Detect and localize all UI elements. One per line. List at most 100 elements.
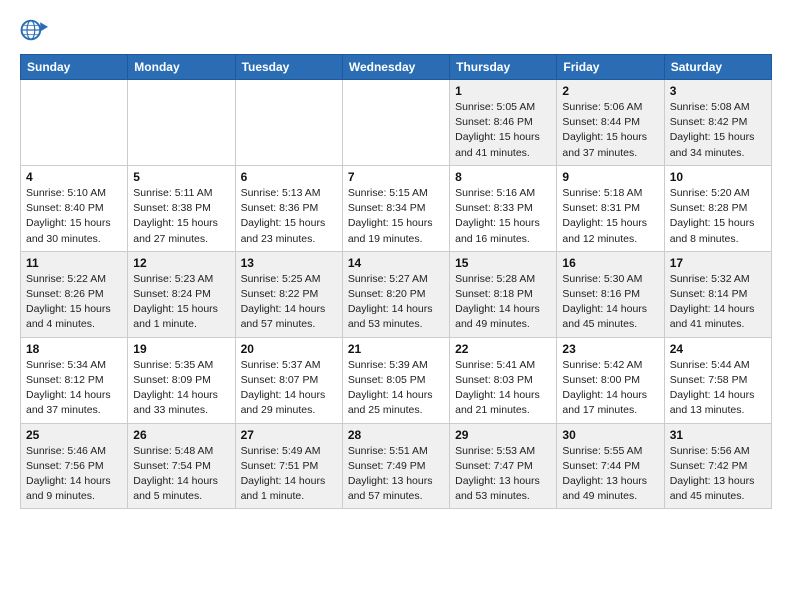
day-info: Sunrise: 5:35 AMSunset: 8:09 PMDaylight:…: [133, 358, 229, 419]
calendar-cell: 10 Sunrise: 5:20 AMSunset: 8:28 PMDayligh…: [664, 165, 771, 251]
calendar-cell: 23 Sunrise: 5:42 AMSunset: 8:00 PMDayligh…: [557, 337, 664, 423]
calendar-cell: 22Sunrise: 5:41 AMSunset: 8:03 PMDayligh…: [450, 337, 557, 423]
day-info: Sunrise: 5:11 AMSunset: 8:38 PMDaylight:…: [133, 186, 229, 247]
day-info: Sunrise: 5:41 AMSunset: 8:03 PMDaylight:…: [455, 358, 551, 419]
calendar-week-row: 25 Sunrise: 5:46 AMSunset: 7:56 PMDayligh…: [21, 423, 772, 509]
calendar-cell: 12 Sunrise: 5:23 AMSunset: 8:24 PMDayligh…: [128, 251, 235, 337]
day-number: 6: [241, 170, 337, 184]
day-number: 16: [562, 256, 658, 270]
calendar-cell: 17 Sunrise: 5:32 AMSunset: 8:14 PMDayligh…: [664, 251, 771, 337]
calendar: SundayMondayTuesdayWednesdayThursdayFrid…: [20, 54, 772, 509]
day-info: Sunrise: 5:34 AMSunset: 8:12 PMDaylight:…: [26, 358, 122, 419]
day-number: 18: [26, 342, 122, 356]
calendar-cell: 19 Sunrise: 5:35 AMSunset: 8:09 PMDayligh…: [128, 337, 235, 423]
day-info: Sunrise: 5:13 AMSunset: 8:36 PMDaylight:…: [241, 186, 337, 247]
calendar-cell: 30 Sunrise: 5:55 AMSunset: 7:44 PMDayligh…: [557, 423, 664, 509]
day-info: Sunrise: 5:23 AMSunset: 8:24 PMDaylight:…: [133, 272, 229, 333]
day-number: 29: [455, 428, 551, 442]
day-number: 12: [133, 256, 229, 270]
day-number: 5: [133, 170, 229, 184]
day-info: Sunrise: 5:05 AMSunset: 8:46 PMDaylight:…: [455, 100, 551, 161]
calendar-cell: 14 Sunrise: 5:27 AMSunset: 8:20 PMDayligh…: [342, 251, 449, 337]
day-number: 28: [348, 428, 444, 442]
calendar-cell: 27 Sunrise: 5:49 AMSunset: 7:51 PMDayligh…: [235, 423, 342, 509]
day-number: 26: [133, 428, 229, 442]
day-info: Sunrise: 5:08 AMSunset: 8:42 PMDaylight:…: [670, 100, 766, 161]
calendar-cell: [342, 80, 449, 166]
day-number: 20: [241, 342, 337, 356]
calendar-header-row: SundayMondayTuesdayWednesdayThursdayFrid…: [21, 55, 772, 80]
calendar-cell: 25 Sunrise: 5:46 AMSunset: 7:56 PMDayligh…: [21, 423, 128, 509]
day-number: 14: [348, 256, 444, 270]
day-number: 7: [348, 170, 444, 184]
weekday-header: Wednesday: [342, 55, 449, 80]
calendar-cell: 4 Sunrise: 5:10 AMSunset: 8:40 PMDaylight…: [21, 165, 128, 251]
day-number: 13: [241, 256, 337, 270]
day-number: 15: [455, 256, 551, 270]
day-number: 4: [26, 170, 122, 184]
weekday-header: Saturday: [664, 55, 771, 80]
day-number: 1: [455, 84, 551, 98]
day-info: Sunrise: 5:56 AMSunset: 7:42 PMDaylight:…: [670, 444, 766, 505]
day-info: Sunrise: 5:18 AMSunset: 8:31 PMDaylight:…: [562, 186, 658, 247]
day-info: Sunrise: 5:46 AMSunset: 7:56 PMDaylight:…: [26, 444, 122, 505]
calendar-week-row: 4 Sunrise: 5:10 AMSunset: 8:40 PMDaylight…: [21, 165, 772, 251]
day-info: Sunrise: 5:53 AMSunset: 7:47 PMDaylight:…: [455, 444, 551, 505]
day-number: 31: [670, 428, 766, 442]
day-number: 21: [348, 342, 444, 356]
page: SundayMondayTuesdayWednesdayThursdayFrid…: [0, 0, 792, 612]
calendar-cell: 6 Sunrise: 5:13 AMSunset: 8:36 PMDaylight…: [235, 165, 342, 251]
day-info: Sunrise: 5:37 AMSunset: 8:07 PMDaylight:…: [241, 358, 337, 419]
day-info: Sunrise: 5:49 AMSunset: 7:51 PMDaylight:…: [241, 444, 337, 505]
calendar-cell: 26 Sunrise: 5:48 AMSunset: 7:54 PMDayligh…: [128, 423, 235, 509]
calendar-cell: 5 Sunrise: 5:11 AMSunset: 8:38 PMDaylight…: [128, 165, 235, 251]
calendar-cell: 31 Sunrise: 5:56 AMSunset: 7:42 PMDayligh…: [664, 423, 771, 509]
calendar-cell: 3Sunrise: 5:08 AMSunset: 8:42 PMDaylight…: [664, 80, 771, 166]
day-info: Sunrise: 5:42 AMSunset: 8:00 PMDaylight:…: [562, 358, 658, 419]
day-number: 17: [670, 256, 766, 270]
calendar-cell: 1 Sunrise: 5:05 AMSunset: 8:46 PMDaylight…: [450, 80, 557, 166]
day-number: 25: [26, 428, 122, 442]
day-info: Sunrise: 5:20 AMSunset: 8:28 PMDaylight:…: [670, 186, 766, 247]
day-info: Sunrise: 5:48 AMSunset: 7:54 PMDaylight:…: [133, 444, 229, 505]
calendar-cell: 28 Sunrise: 5:51 AMSunset: 7:49 PMDayligh…: [342, 423, 449, 509]
day-info: Sunrise: 5:44 AMSunset: 7:58 PMDaylight:…: [670, 358, 766, 419]
day-number: 11: [26, 256, 122, 270]
calendar-cell: 13 Sunrise: 5:25 AMSunset: 8:22 PMDayligh…: [235, 251, 342, 337]
calendar-cell: [128, 80, 235, 166]
day-number: 23: [562, 342, 658, 356]
day-number: 2: [562, 84, 658, 98]
calendar-cell: 21 Sunrise: 5:39 AMSunset: 8:05 PMDayligh…: [342, 337, 449, 423]
calendar-cell: [235, 80, 342, 166]
calendar-cell: 24 Sunrise: 5:44 AMSunset: 7:58 PMDayligh…: [664, 337, 771, 423]
day-info: Sunrise: 5:39 AMSunset: 8:05 PMDaylight:…: [348, 358, 444, 419]
day-info: Sunrise: 5:06 AMSunset: 8:44 PMDaylight:…: [562, 100, 658, 161]
day-number: 10: [670, 170, 766, 184]
day-info: Sunrise: 5:16 AMSunset: 8:33 PMDaylight:…: [455, 186, 551, 247]
day-number: 24: [670, 342, 766, 356]
calendar-cell: 20 Sunrise: 5:37 AMSunset: 8:07 PMDayligh…: [235, 337, 342, 423]
day-info: Sunrise: 5:27 AMSunset: 8:20 PMDaylight:…: [348, 272, 444, 333]
day-number: 9: [562, 170, 658, 184]
calendar-week-row: 18 Sunrise: 5:34 AMSunset: 8:12 PMDayligh…: [21, 337, 772, 423]
day-info: Sunrise: 5:10 AMSunset: 8:40 PMDaylight:…: [26, 186, 122, 247]
day-number: 30: [562, 428, 658, 442]
day-info: Sunrise: 5:30 AMSunset: 8:16 PMDaylight:…: [562, 272, 658, 333]
day-info: Sunrise: 5:51 AMSunset: 7:49 PMDaylight:…: [348, 444, 444, 505]
calendar-cell: 18 Sunrise: 5:34 AMSunset: 8:12 PMDayligh…: [21, 337, 128, 423]
weekday-header: Tuesday: [235, 55, 342, 80]
day-info: Sunrise: 5:15 AMSunset: 8:34 PMDaylight:…: [348, 186, 444, 247]
day-info: Sunrise: 5:55 AMSunset: 7:44 PMDaylight:…: [562, 444, 658, 505]
day-number: 19: [133, 342, 229, 356]
calendar-cell: [21, 80, 128, 166]
calendar-cell: 11 Sunrise: 5:22 AMSunset: 8:26 PMDayligh…: [21, 251, 128, 337]
calendar-week-row: 1 Sunrise: 5:05 AMSunset: 8:46 PMDaylight…: [21, 80, 772, 166]
day-number: 27: [241, 428, 337, 442]
calendar-cell: 16 Sunrise: 5:30 AMSunset: 8:16 PMDayligh…: [557, 251, 664, 337]
logo: [20, 16, 52, 44]
calendar-cell: 15Sunrise: 5:28 AMSunset: 8:18 PMDayligh…: [450, 251, 557, 337]
day-info: Sunrise: 5:22 AMSunset: 8:26 PMDaylight:…: [26, 272, 122, 333]
day-info: Sunrise: 5:32 AMSunset: 8:14 PMDaylight:…: [670, 272, 766, 333]
day-info: Sunrise: 5:25 AMSunset: 8:22 PMDaylight:…: [241, 272, 337, 333]
calendar-cell: 29 Sunrise: 5:53 AMSunset: 7:47 PMDayligh…: [450, 423, 557, 509]
